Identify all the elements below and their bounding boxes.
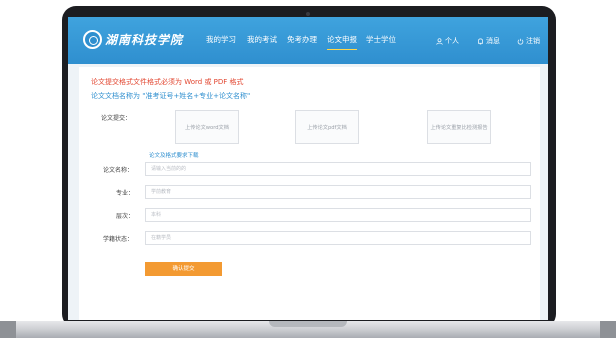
upload-word-button[interactable]: 上传论文word文档 xyxy=(175,110,239,144)
laptop-base-edge-right xyxy=(600,321,616,338)
nav-my-exam[interactable]: 我的考试 xyxy=(247,34,277,45)
nav-thesis-submission[interactable]: 论文申报 xyxy=(327,34,357,50)
nav-messages[interactable]: 消息 xyxy=(477,36,500,46)
major-label: 专业： xyxy=(116,190,135,197)
nav-my-study[interactable]: 我的学习 xyxy=(206,34,236,45)
logo-text[interactable]: 湖南科技学院 xyxy=(105,31,183,48)
top-navbar: 湖南科技学院 我的学习 我的考试 免考办理 论文申报 学士学位 个人 消息 注销 xyxy=(68,17,548,64)
status-input[interactable]: 在籍学员 xyxy=(145,231,531,245)
major-input[interactable]: 学前教育 xyxy=(145,185,531,199)
nav-bachelor-degree[interactable]: 学士学位 xyxy=(366,34,396,45)
laptop-mockup: 湖南科技学院 我的学习 我的考试 免考办理 论文申报 学士学位 个人 消息 注销… xyxy=(0,0,616,338)
screen: 湖南科技学院 我的学习 我的考试 免考办理 论文申报 学士学位 个人 消息 注销… xyxy=(68,17,548,320)
bell-icon xyxy=(478,38,483,44)
laptop-notch xyxy=(269,321,347,327)
logo-seal-icon xyxy=(83,30,102,49)
status-label: 学籍状态： xyxy=(103,236,134,243)
level-input[interactable]: 本科 xyxy=(145,208,531,222)
camera-icon xyxy=(306,12,310,16)
power-icon xyxy=(517,38,524,45)
format-download-link[interactable]: 论文及格式要求下载 xyxy=(149,151,199,159)
nav-logout-label: 注销 xyxy=(526,37,540,45)
nav-logout[interactable]: 注销 xyxy=(517,36,540,46)
nav-exemption[interactable]: 免考办理 xyxy=(287,34,317,45)
nav-profile[interactable]: 个人 xyxy=(436,36,459,46)
nav-profile-label: 个人 xyxy=(445,37,459,45)
nav-messages-label: 消息 xyxy=(486,37,500,45)
thesis-title-input[interactable]: 请输入当前的的 xyxy=(145,162,531,176)
laptop-base-edge-left xyxy=(0,321,16,338)
level-label: 层次： xyxy=(116,213,135,220)
thesis-title-label: 论文名称： xyxy=(103,167,134,174)
upload-check-report-button[interactable]: 上传论文重复比检测报告 xyxy=(427,110,491,144)
upload-pdf-button[interactable]: 上传论文pdf文档 xyxy=(295,110,359,144)
thesis-form-card: 论文提交格式文件格式必须为 Word 或 PDF 格式 论文文档名称为 "准考证… xyxy=(79,67,540,320)
naming-notice: 论文文档名称为 "准考证号+姓名+专业+论文名称" xyxy=(91,92,251,100)
confirm-submit-button[interactable]: 确认提交 xyxy=(145,262,222,276)
submission-label: 论文提交： xyxy=(101,115,132,122)
format-notice: 论文提交格式文件格式必须为 Word 或 PDF 格式 xyxy=(91,78,244,86)
user-icon xyxy=(436,37,443,45)
